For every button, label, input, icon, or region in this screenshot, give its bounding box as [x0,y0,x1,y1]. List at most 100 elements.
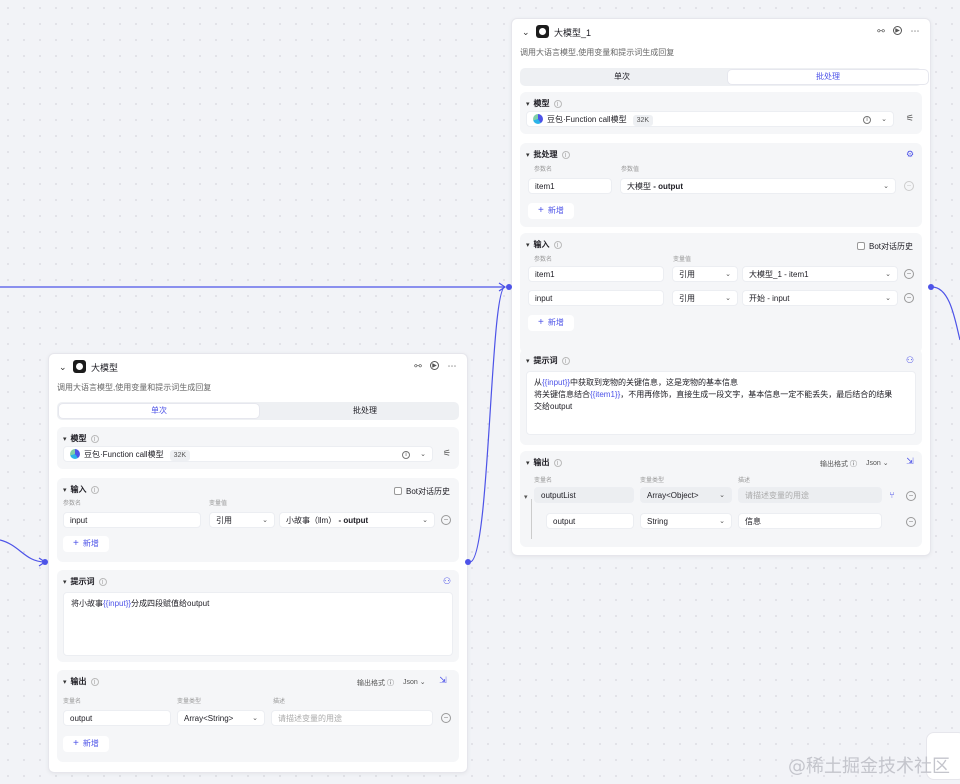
run-icon[interactable]: ▶ [430,361,439,370]
expand-triangle-icon[interactable]: ▾ [524,493,528,501]
input-section-title[interactable]: ▾ 输入 i [526,239,562,250]
collapse-chevron-icon[interactable]: ⌄ [522,27,530,38]
input-param-name[interactable]: input [528,290,664,306]
output-type-select[interactable]: String ⌄ [640,513,732,529]
model-section-title[interactable]: ▾ 模型 i [63,433,99,444]
prompt-section-title[interactable]: ▾ 提示词 i [63,576,107,587]
input-port[interactable] [506,284,512,290]
add-child-field-icon[interactable]: ⑂ [886,489,898,501]
export-icon[interactable]: ⇲ [904,455,916,467]
tab-single[interactable]: 单次 [59,404,259,418]
output-desc-input[interactable]: 请描述变量的用途 [271,710,433,726]
section-toggle-icon[interactable]: ▾ [63,578,67,586]
chevron-down-icon[interactable]: ⌄ [883,179,889,193]
section-toggle-icon[interactable]: ▾ [63,486,67,494]
prompt-library-icon[interactable]: ⚇ [441,575,453,587]
chevron-down-icon[interactable]: ⌄ [725,291,731,305]
prompt-editor[interactable]: 从{{input}}中获取到宠物的关键信息，这是宠物的基本信息 将关键信息结合{… [526,371,916,435]
section-toggle-icon[interactable]: ▾ [526,151,530,159]
model-info-icon[interactable]: i [402,451,410,459]
input-value-select[interactable]: 开始 - input ⌄ [742,290,898,306]
add-batch-button[interactable]: + 新增 [528,203,574,219]
output-port[interactable] [928,284,934,290]
output-port[interactable] [465,559,471,565]
model-section-title[interactable]: ▾ 模型 i [526,98,562,109]
input-param-name[interactable]: item1 [528,266,664,282]
input-value-select[interactable]: 小故事（llm） - output ⌄ [279,512,435,528]
prompt-library-icon[interactable]: ⚇ [904,354,916,366]
input-type-select[interactable]: 引用 ⌄ [672,266,738,282]
remove-row-icon[interactable]: − [906,517,916,527]
run-icon[interactable]: ▶ [893,26,902,35]
input-type-select[interactable]: 引用 ⌄ [672,290,738,306]
remove-row-icon[interactable]: − [904,181,914,191]
remove-row-icon[interactable]: − [441,713,451,723]
chevron-down-icon[interactable]: ⌄ [252,711,258,725]
add-input-button[interactable]: + 新增 [63,536,109,552]
section-toggle-icon[interactable]: ▾ [526,241,530,249]
output-desc-input[interactable]: 请描述变量的用途 [738,487,882,503]
tab-batch[interactable]: 批处理 [728,70,928,84]
chevron-down-icon[interactable]: ⌄ [262,513,268,527]
chevron-down-icon[interactable]: ⌄ [719,488,725,502]
add-input-button[interactable]: + 新增 [528,315,574,331]
chevron-down-icon[interactable]: ⌄ [420,447,426,461]
output-desc-input[interactable]: 信息 [738,513,882,529]
model-select[interactable]: 豆包·Function call模型 32K i ⌄ [63,446,433,462]
batch-settings-gear-icon[interactable]: ⚙ [904,148,916,160]
bot-history-checkbox[interactable]: Bot对话历史 [857,241,913,252]
section-toggle-icon[interactable]: ▾ [63,435,67,443]
chevron-down-icon[interactable]: ⌄ [422,513,428,527]
output-format-select[interactable]: Json ⌄ [866,459,889,467]
remove-row-icon[interactable]: − [906,491,916,501]
input-value-select[interactable]: 大模型_1 - item1 ⌄ [742,266,898,282]
section-toggle-icon[interactable]: ▾ [63,678,67,686]
remove-row-icon[interactable]: − [441,515,451,525]
output-section-title[interactable]: ▾ 输出 i [526,457,562,468]
chevron-down-icon[interactable]: ⌄ [725,267,731,281]
debug-off-icon[interactable]: ⚯ [876,26,886,36]
llm-node-1[interactable]: ⌄ 大模型_1 ⚯ ▶ ⋯ 调用大语言模型,使用变量和提示词生成回复 单次 批处… [511,18,931,556]
checkbox-box[interactable] [394,487,402,495]
prompt-section-title[interactable]: ▾ 提示词 i [526,355,570,366]
tab-batch[interactable]: 批处理 [265,404,465,418]
output-name-input[interactable]: output [546,513,634,529]
more-icon[interactable]: ⋯ [447,361,457,371]
output-name-input[interactable]: outputList [534,487,634,503]
model-settings-icon[interactable]: ⚟ [441,447,453,459]
section-toggle-icon[interactable]: ▾ [526,459,530,467]
output-type-select[interactable]: Array<Object> ⌄ [640,487,732,503]
input-type-select[interactable]: 引用 ⌄ [209,512,275,528]
model-settings-icon[interactable]: ⚟ [904,112,916,124]
input-port[interactable] [42,559,48,565]
section-toggle-icon[interactable]: ▾ [526,100,530,108]
bot-history-checkbox[interactable]: Bot对话历史 [394,486,450,497]
model-select[interactable]: 豆包·Function call模型 32K i ⌄ [526,111,894,127]
section-toggle-icon[interactable]: ▾ [526,357,530,365]
output-type-select[interactable]: Array<String> ⌄ [177,710,265,726]
chevron-down-icon[interactable]: ⌄ [885,291,891,305]
llm-node[interactable]: ⌄ 大模型 ⚯ ▶ ⋯ 调用大语言模型,使用变量和提示词生成回复 单次 批处理 … [48,353,468,773]
export-icon[interactable]: ⇲ [437,674,449,686]
remove-row-icon[interactable]: − [904,269,914,279]
remove-row-icon[interactable]: − [904,293,914,303]
collapse-chevron-icon[interactable]: ⌄ [59,362,67,373]
batch-param-value-select[interactable]: 大模型 - output ⌄ [620,178,896,194]
debug-off-icon[interactable]: ⚯ [413,361,423,371]
batch-section-title[interactable]: ▾ 批处理 i [526,149,570,160]
input-section-title[interactable]: ▾ 输入 i [63,484,99,495]
checkbox-box[interactable] [857,242,865,250]
node-title[interactable]: 大模型_1 [554,26,591,39]
output-format-select[interactable]: Json ⌄ [403,678,426,686]
node-title[interactable]: 大模型 [91,361,118,374]
output-name-input[interactable]: output [63,710,171,726]
chevron-down-icon[interactable]: ⌄ [719,514,725,528]
batch-param-name-input[interactable]: item1 [528,178,612,194]
tab-single[interactable]: 单次 [522,70,722,84]
output-section-title[interactable]: ▾ 输出 i [63,676,99,687]
input-param-name[interactable]: input [63,512,201,528]
chevron-down-icon[interactable]: ⌄ [885,267,891,281]
model-info-icon[interactable]: i [863,116,871,124]
chevron-down-icon[interactable]: ⌄ [881,112,887,126]
more-icon[interactable]: ⋯ [910,26,920,36]
